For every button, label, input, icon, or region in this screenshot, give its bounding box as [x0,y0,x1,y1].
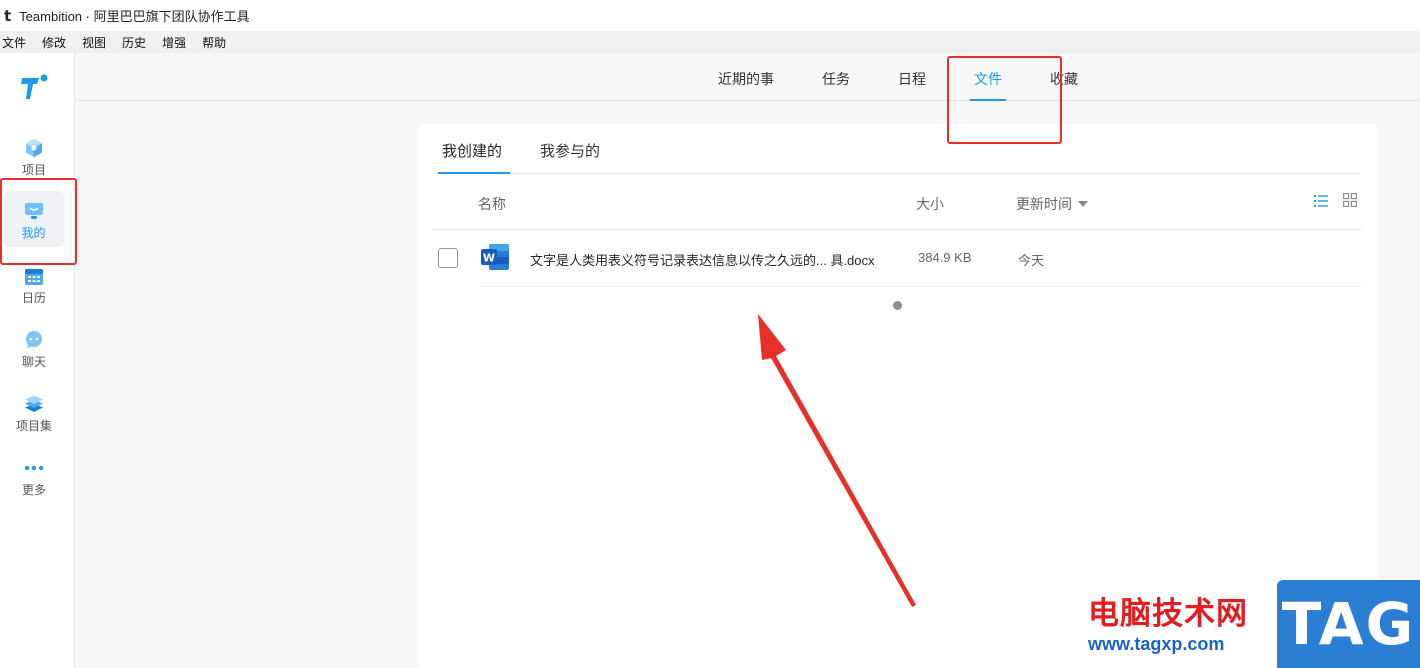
layers-icon [23,393,45,415]
file-size: 384.9 KB [918,250,972,265]
sidebar-item-project-set[interactable]: 项目集 [0,389,68,445]
column-updated[interactable]: 更新时间 [1016,194,1088,214]
column-name[interactable]: 名称 [478,194,506,214]
file-updated: 今天 [1018,253,1045,268]
table-row[interactable]: W 文字是人类用表义符号记录表达信息以传之久远的... 具.docx 384.9… [432,230,1362,287]
sidebar-label-chat: 聊天 [21,355,46,369]
file-table-header: 名称 大小 更新时间 [432,180,1362,230]
menu-view[interactable]: 视图 [80,34,109,51]
sidebar-label-calendar: 日历 [21,291,46,305]
tab-schedule[interactable]: 日程 [898,69,926,89]
active-tab-indicator [970,99,1006,101]
subtab-participated[interactable]: 我参与的 [540,140,600,161]
top-nav: 近期的事 任务 日程 文件 收藏 [76,53,1420,101]
menu-enhance[interactable]: 增强 [160,34,189,51]
list-view-icon[interactable] [1314,194,1328,208]
window-title: Teambition · 阿里巴巴旗下团队协作工具 [19,9,250,24]
sidebar: 项目 我的 日历 聊天 项目集 更多 [0,53,75,668]
tab-tasks[interactable]: 任务 [822,69,850,89]
sidebar-item-chat[interactable]: 聊天 [0,325,68,381]
sidebar-label-more: 更多 [21,483,46,497]
grid-view-icon[interactable] [1343,193,1357,207]
column-size[interactable]: 大小 [916,194,944,214]
sidebar-label-mine: 我的 [21,226,46,240]
watermark-text: 电脑技术网 [1088,596,1248,632]
annotation-arrow-icon [758,314,916,607]
sidebar-item-more[interactable]: 更多 [0,453,68,509]
subtab-created-by-me[interactable]: 我创建的 [442,140,502,161]
more-dots-icon [23,457,45,479]
files-subtabs: 我创建的 我参与的 [438,124,1358,174]
app-logo-icon: t [4,6,12,25]
menu-file[interactable]: 文件 [0,34,29,51]
sidebar-item-calendar[interactable]: 日历 [0,261,68,317]
row-checkbox[interactable] [438,248,458,268]
tab-files[interactable]: 文件 [974,69,1002,89]
menu-edit[interactable]: 修改 [40,34,69,51]
mine-monitor-icon [23,200,45,222]
tab-favorites[interactable]: 收藏 [1050,69,1078,89]
file-name[interactable]: 文字是人类用表义符号记录表达信息以传之久远的... 具.docx [530,250,875,269]
row-divider [480,286,1362,287]
tab-recent[interactable]: 近期的事 [718,69,774,89]
sidebar-item-mine[interactable]: 我的 [3,191,64,247]
calendar-icon [23,265,45,287]
watermark-tag-logo: TAG [1277,580,1420,668]
project-cube-icon [23,137,45,159]
teambition-logo-icon [21,74,48,99]
menu-help[interactable]: 帮助 [200,34,229,51]
sidebar-label-project-set: 项目集 [15,419,52,433]
menu-history[interactable]: 历史 [120,34,149,51]
active-subtab-indicator [438,172,510,174]
column-updated-label: 更新时间 [1016,196,1072,212]
watermark-url: www.tagxp.com [1088,634,1225,654]
sidebar-label-project: 项目 [21,163,46,177]
chat-bubble-icon [23,329,45,351]
sidebar-item-project[interactable]: 项目 [0,133,68,189]
menu-bar: 文件 修改 视图 历史 增强 帮助 [0,31,1420,53]
title-bar: t Teambition · 阿里巴巴旗下团队协作工具 [0,0,1420,31]
word-icon-letter: W [483,252,495,265]
word-doc-icon: W [481,244,509,270]
sort-caret-icon [1078,201,1088,207]
